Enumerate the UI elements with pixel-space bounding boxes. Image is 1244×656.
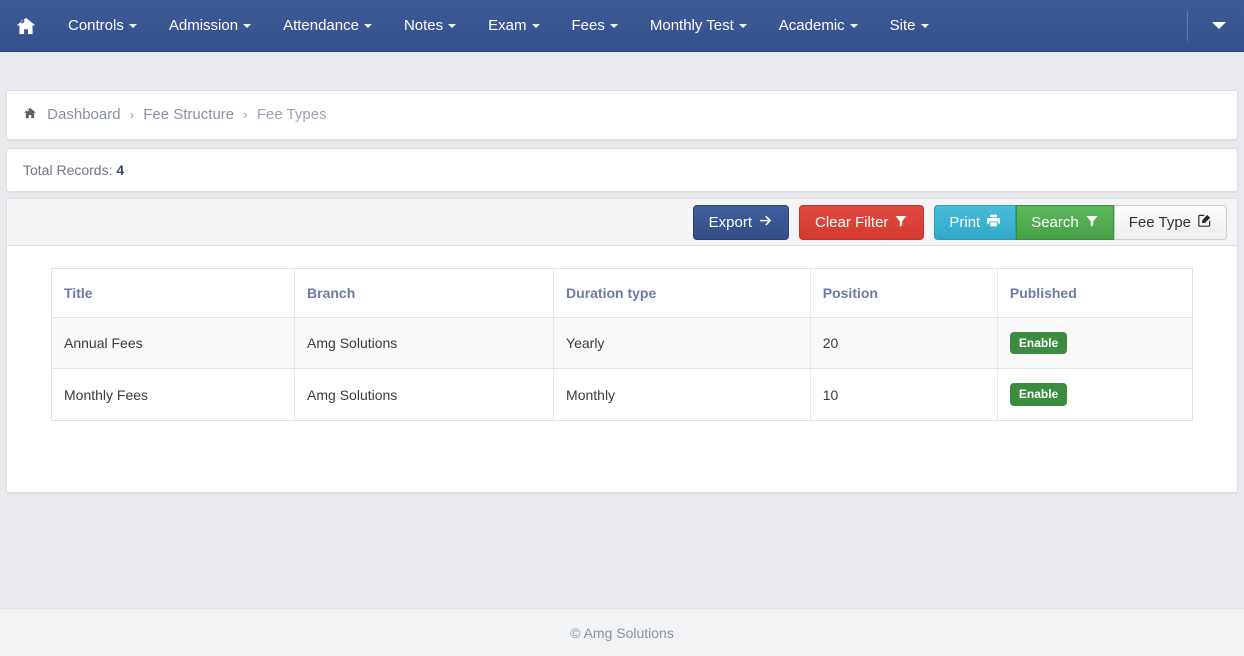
cell-title: Monthly Fees [51, 368, 296, 421]
nav-item-label: Monthly Test [649, 17, 734, 34]
cell-duration-type: Yearly [553, 317, 811, 370]
cell-position: 20 [810, 317, 998, 370]
clear-filter-button-label: Clear Filter [815, 213, 889, 231]
arrow-right-icon [758, 213, 773, 231]
page-content: Dashboard › Fee Structure › Fee Types To… [0, 90, 1244, 493]
column-header-title[interactable]: Title [51, 268, 296, 318]
caret-down-icon [243, 23, 252, 28]
print-button[interactable]: Print [934, 204, 1017, 240]
clear-filter-button[interactable]: Clear Filter [799, 204, 925, 240]
print-button-label: Print [949, 213, 981, 231]
table-row: Annual Fees Amg Solutions Yearly 20 Enab… [51, 317, 1193, 370]
nav-item-fees[interactable]: Fees [556, 0, 634, 51]
caret-down-icon [128, 23, 137, 28]
nav-item-label: Notes [403, 17, 444, 34]
fee-type-button-label: Fee Type [1128, 213, 1191, 231]
caret-down-icon [531, 23, 540, 28]
export-button-label: Export [708, 213, 752, 231]
status-badge[interactable]: Enable [1009, 332, 1068, 355]
toolbar: Export Clear Filter Print Search Fee Typ… [7, 199, 1237, 246]
fee-types-table: Title Branch Duration type Position Publ… [51, 268, 1193, 421]
nav-item-admission[interactable]: Admission [153, 0, 267, 51]
column-header-published[interactable]: Published [997, 268, 1193, 318]
total-records-label: Total Records: [23, 162, 113, 178]
main-navbar: Controls Admission Attendance Notes Exam… [0, 0, 1244, 52]
total-records-bar: Total Records: 4 [6, 148, 1238, 192]
search-button[interactable]: Search [1016, 204, 1114, 240]
nav-item-exam[interactable]: Exam [472, 0, 555, 51]
print-search-button-group: Print Search Fee Type [934, 204, 1227, 240]
breadcrumb-item-dashboard[interactable]: Dashboard [47, 106, 120, 123]
nav-item-label: Admission [168, 17, 239, 34]
nav-item-notes[interactable]: Notes [388, 0, 472, 51]
footer-copyright: © Amg Solutions [570, 624, 674, 641]
fee-types-panel: Export Clear Filter Print Search Fee Typ… [6, 198, 1238, 493]
navbar-home-button[interactable] [0, 0, 52, 51]
caret-down-icon [920, 23, 929, 28]
navbar-menu: Controls Admission Attendance Notes Exam… [52, 0, 1187, 51]
navbar-user-dropdown-toggle[interactable] [1206, 0, 1232, 52]
nav-item-label: Controls [68, 17, 124, 34]
breadcrumb-item-fee-types: Fee Types [256, 106, 327, 123]
home-icon [23, 106, 37, 124]
breadcrumb-item-fee-structure[interactable]: Fee Structure [143, 106, 234, 123]
nav-item-label: Exam [488, 17, 527, 34]
navbar-right-section [1187, 0, 1244, 51]
column-header-branch[interactable]: Branch [294, 268, 555, 318]
breadcrumb-separator: › [129, 107, 135, 122]
page-footer: © Amg Solutions [0, 608, 1244, 656]
cell-duration-type: Monthly [553, 368, 811, 421]
status-badge[interactable]: Enable [1009, 383, 1068, 406]
total-records-count: 4 [116, 162, 125, 178]
filter-icon [1085, 214, 1099, 231]
cell-published: Enable [997, 317, 1193, 370]
column-header-position[interactable]: Position [810, 268, 998, 318]
filter-icon [894, 214, 908, 231]
table-header-row: Title Branch Duration type Position Publ… [51, 268, 1193, 318]
printer-icon [986, 213, 1001, 231]
breadcrumb: Dashboard › Fee Structure › Fee Types [6, 90, 1238, 140]
caret-down-icon [363, 23, 372, 28]
caret-down-icon [1212, 22, 1226, 29]
nav-item-attendance[interactable]: Attendance [267, 0, 388, 51]
nav-item-monthly-test[interactable]: Monthly Test [634, 0, 763, 51]
nav-item-label: Academic [778, 17, 845, 34]
fee-type-button[interactable]: Fee Type [1113, 204, 1227, 240]
nav-item-label: Site [889, 17, 916, 34]
column-header-duration-type[interactable]: Duration type [553, 268, 811, 318]
cell-published: Enable [997, 368, 1193, 421]
breadcrumb-separator: › [243, 107, 248, 122]
table-header: Title Branch Duration type Position Publ… [51, 268, 1193, 318]
fee-types-table-container: Title Branch Duration type Position Publ… [7, 246, 1237, 443]
caret-down-icon [849, 23, 858, 28]
nav-item-label: Fees [571, 17, 605, 34]
table-row: Monthly Fees Amg Solutions Monthly 10 En… [51, 368, 1193, 421]
search-button-label: Search [1031, 213, 1079, 231]
edit-pencil-square-icon [1197, 213, 1212, 231]
home-icon [15, 15, 37, 37]
nav-item-site[interactable]: Site [874, 0, 945, 51]
cell-position: 10 [810, 368, 998, 421]
cell-branch: Amg Solutions [294, 317, 555, 370]
table-body: Annual Fees Amg Solutions Yearly 20 Enab… [51, 317, 1193, 421]
nav-item-controls[interactable]: Controls [52, 0, 153, 51]
caret-down-icon [738, 23, 747, 28]
nav-item-academic[interactable]: Academic [763, 0, 874, 51]
caret-down-icon [448, 23, 457, 28]
navbar-divider [1187, 10, 1188, 41]
cell-title: Annual Fees [51, 317, 296, 370]
export-button[interactable]: Export [692, 204, 789, 240]
cell-branch: Amg Solutions [294, 368, 555, 421]
caret-down-icon [609, 23, 618, 28]
nav-item-label: Attendance [283, 17, 359, 34]
